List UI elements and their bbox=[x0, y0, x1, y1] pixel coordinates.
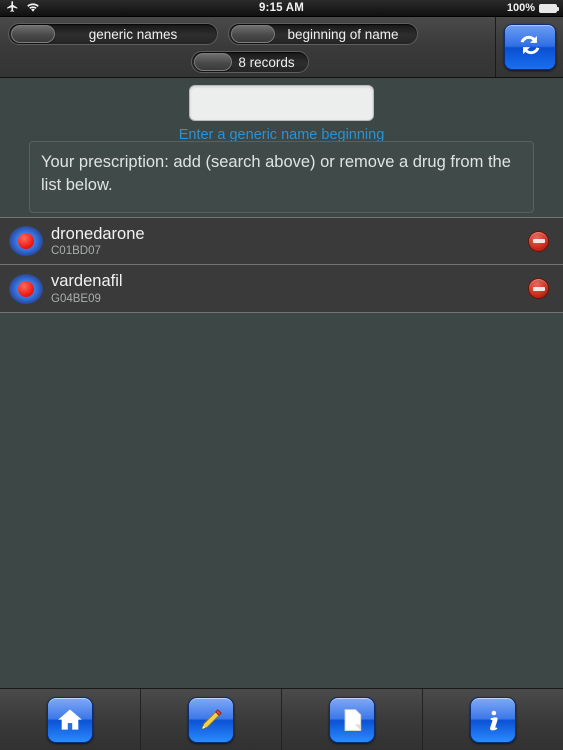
row-text: dronedarone C01BD07 bbox=[51, 225, 528, 257]
top-toolbar: generic names beginning of name 8 record… bbox=[0, 17, 563, 78]
toggle-knob bbox=[193, 53, 232, 71]
prescription-list: dronedarone C01BD07 vardenafil G04BE09 bbox=[0, 217, 563, 313]
minus-circle-icon[interactable] bbox=[528, 230, 549, 252]
toggle-beginning-of-name-label: beginning of name bbox=[287, 26, 399, 42]
table-row[interactable]: vardenafil G04BE09 bbox=[0, 265, 563, 313]
toolbar-sync-area bbox=[495, 17, 563, 77]
dot-core bbox=[18, 280, 34, 297]
bottom-tab-bar bbox=[0, 688, 563, 750]
app-root: 9:15 AM 100% generic names beginning of … bbox=[0, 0, 563, 750]
toggle-knob bbox=[11, 25, 55, 43]
status-bar-right: 100% bbox=[506, 2, 559, 14]
minus-bar bbox=[532, 239, 545, 243]
dot-core bbox=[18, 233, 34, 249]
tab-home[interactable] bbox=[0, 689, 141, 750]
row-text: vardenafil G04BE09 bbox=[51, 272, 528, 304]
drug-name: vardenafil bbox=[51, 272, 123, 291]
toggle-beginning-of-name[interactable]: beginning of name bbox=[228, 23, 418, 45]
battery-full-icon bbox=[539, 3, 559, 13]
status-bar: 9:15 AM 100% bbox=[0, 0, 563, 17]
toggle-records-count[interactable]: 8 records bbox=[190, 51, 309, 73]
toolbar-switches-area: generic names beginning of name 8 record… bbox=[0, 17, 495, 77]
battery-percent-label: 100% bbox=[506, 2, 535, 14]
search-input[interactable] bbox=[189, 85, 374, 121]
minus-bar bbox=[532, 286, 545, 291]
toggle-generic-names[interactable]: generic names bbox=[8, 23, 218, 45]
tab-edit[interactable] bbox=[141, 689, 282, 750]
toggle-generic-names-label: generic names bbox=[88, 26, 178, 42]
search-area: Enter a generic name beginning bbox=[0, 78, 563, 143]
switch-row-secondary: 8 records bbox=[8, 45, 491, 73]
red-dot-icon bbox=[9, 273, 43, 304]
drug-code: C01BD07 bbox=[51, 245, 101, 258]
toggle-records-count-label: 8 records bbox=[238, 54, 295, 70]
home-icon bbox=[47, 696, 93, 743]
sync-button[interactable] bbox=[503, 24, 556, 70]
instruction-panel: Your prescription: add (search above) or… bbox=[29, 141, 534, 213]
tab-info[interactable] bbox=[423, 689, 563, 750]
red-dot-icon bbox=[9, 226, 43, 256]
switch-row-primary: generic names beginning of name bbox=[8, 23, 491, 45]
drug-name: dronedarone bbox=[51, 224, 145, 243]
status-bar-time: 9:15 AM bbox=[258, 2, 305, 14]
toggle-knob bbox=[231, 25, 275, 43]
sync-refresh-icon bbox=[515, 30, 545, 65]
table-row[interactable]: dronedarone C01BD07 bbox=[0, 217, 563, 265]
tab-notes[interactable] bbox=[282, 689, 423, 750]
drug-code: G04BE09 bbox=[51, 292, 101, 305]
pencil-icon bbox=[188, 696, 234, 743]
document-icon bbox=[329, 696, 375, 743]
minus-circle-icon[interactable] bbox=[528, 278, 549, 299]
info-icon bbox=[470, 696, 516, 743]
